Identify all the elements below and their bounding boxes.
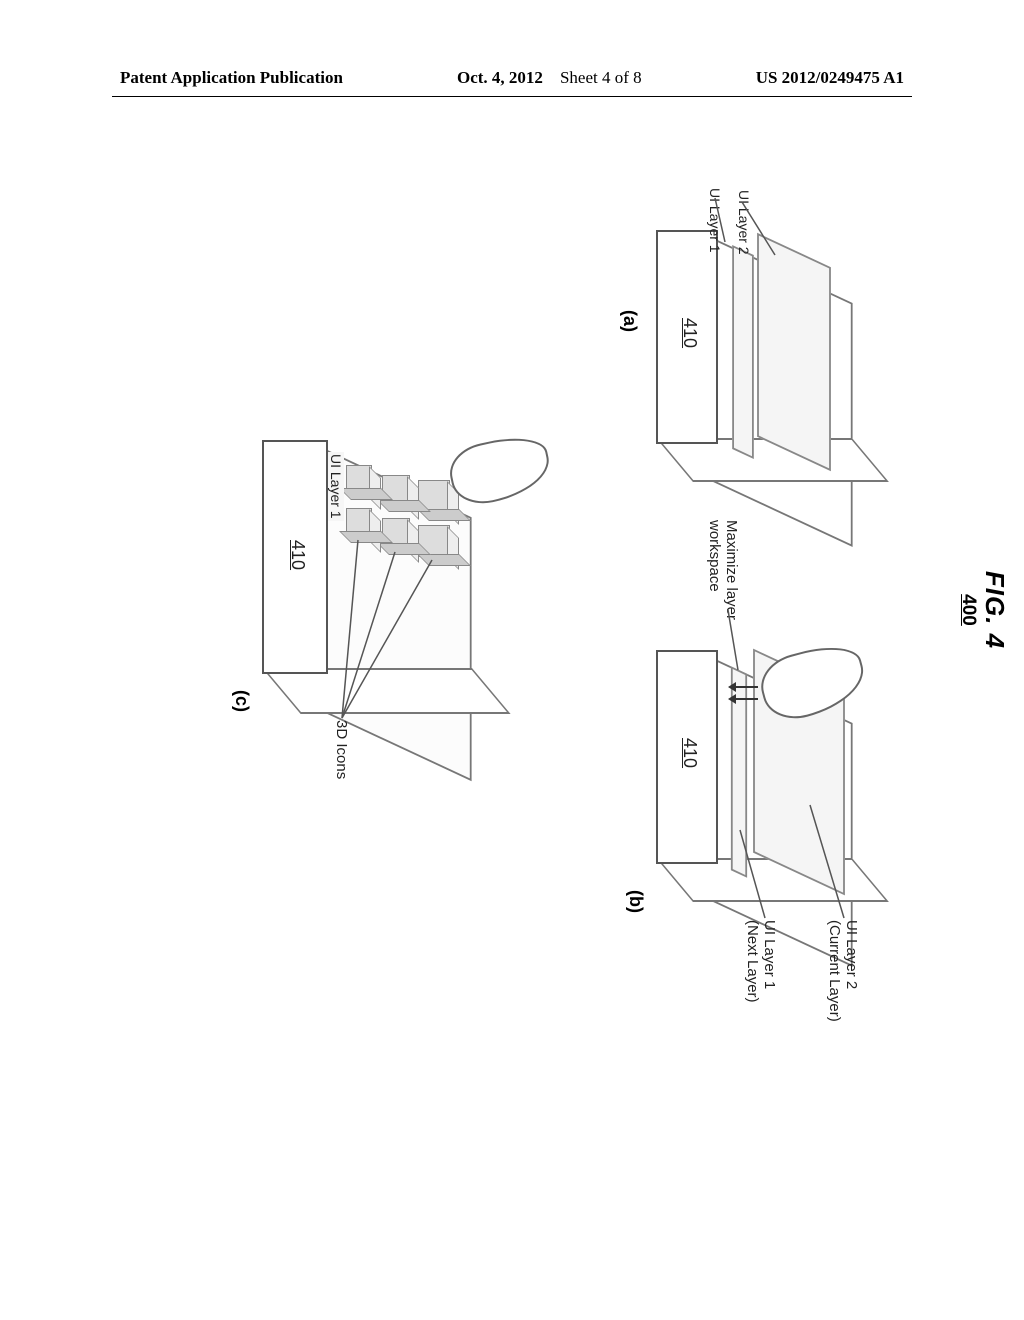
panel-a-label-layer1: UI Layer 1 [707, 188, 723, 253]
header-rule [112, 96, 912, 97]
panel-b-label-current-layer: UI Layer 2 (Current Layer) [826, 920, 861, 1022]
panel-c-label-layer1: UI Layer 1 [328, 452, 344, 521]
cube-icon [346, 508, 372, 534]
panel-c-label-3d-icons: 3D Icons [333, 720, 350, 779]
panel-a: 410 UI Layer 1 UI Layer 2 (a) [550, 180, 870, 500]
panel-a-letter: (a) [619, 310, 640, 332]
figure-4: FIG. 4 400 410 UI Layer 1 UI Layer 2 (a)… [100, 210, 930, 1000]
arrow-down-icon [730, 686, 758, 688]
arrow-down-icon [730, 698, 758, 700]
panel-c: 410 (c) UI Layer 1 3D Icons [150, 380, 510, 820]
figure-title-ref: 400 [957, 560, 979, 660]
panel-a-label-layer2: UI Layer 2 [736, 190, 752, 255]
panel-a-ui-layer-1 [732, 245, 754, 459]
panel-b-letter: (b) [625, 890, 646, 913]
panel-a-side [656, 438, 889, 482]
panel-b-label-next-layer: UI Layer 1 (Next Layer) [744, 920, 779, 1003]
cube-icon [346, 465, 372, 491]
panel-b: 410 (b) UI Layer 2 (Current Layer) UI La… [510, 590, 870, 1010]
pub-label: Patent Application Publication [120, 68, 343, 88]
panel-b-side [656, 858, 889, 902]
figure-title-main: FIG. 4 [979, 560, 1010, 660]
pub-date: Oct. 4, 2012 Sheet 4 of 8 [343, 68, 756, 88]
panel-a-ref-410: 410 [679, 318, 700, 348]
panel-b-ref-410: 410 [679, 738, 700, 768]
panel-c-letter: (c) [231, 690, 252, 712]
pub-number: US 2012/0249475 A1 [756, 68, 904, 88]
stylus-icon [445, 430, 555, 509]
panel-c-ref-410: 410 [287, 540, 308, 570]
figure-title: FIG. 4 400 [957, 560, 1010, 660]
panel-b-label-maximize: Maximize layer workspace [706, 520, 741, 620]
panel-c-side [262, 668, 511, 714]
panel-a-ui-layer-2 [757, 233, 831, 471]
pub-date-text: Oct. 4, 2012 [457, 68, 543, 87]
sheet-number: Sheet 4 of 8 [560, 68, 642, 87]
